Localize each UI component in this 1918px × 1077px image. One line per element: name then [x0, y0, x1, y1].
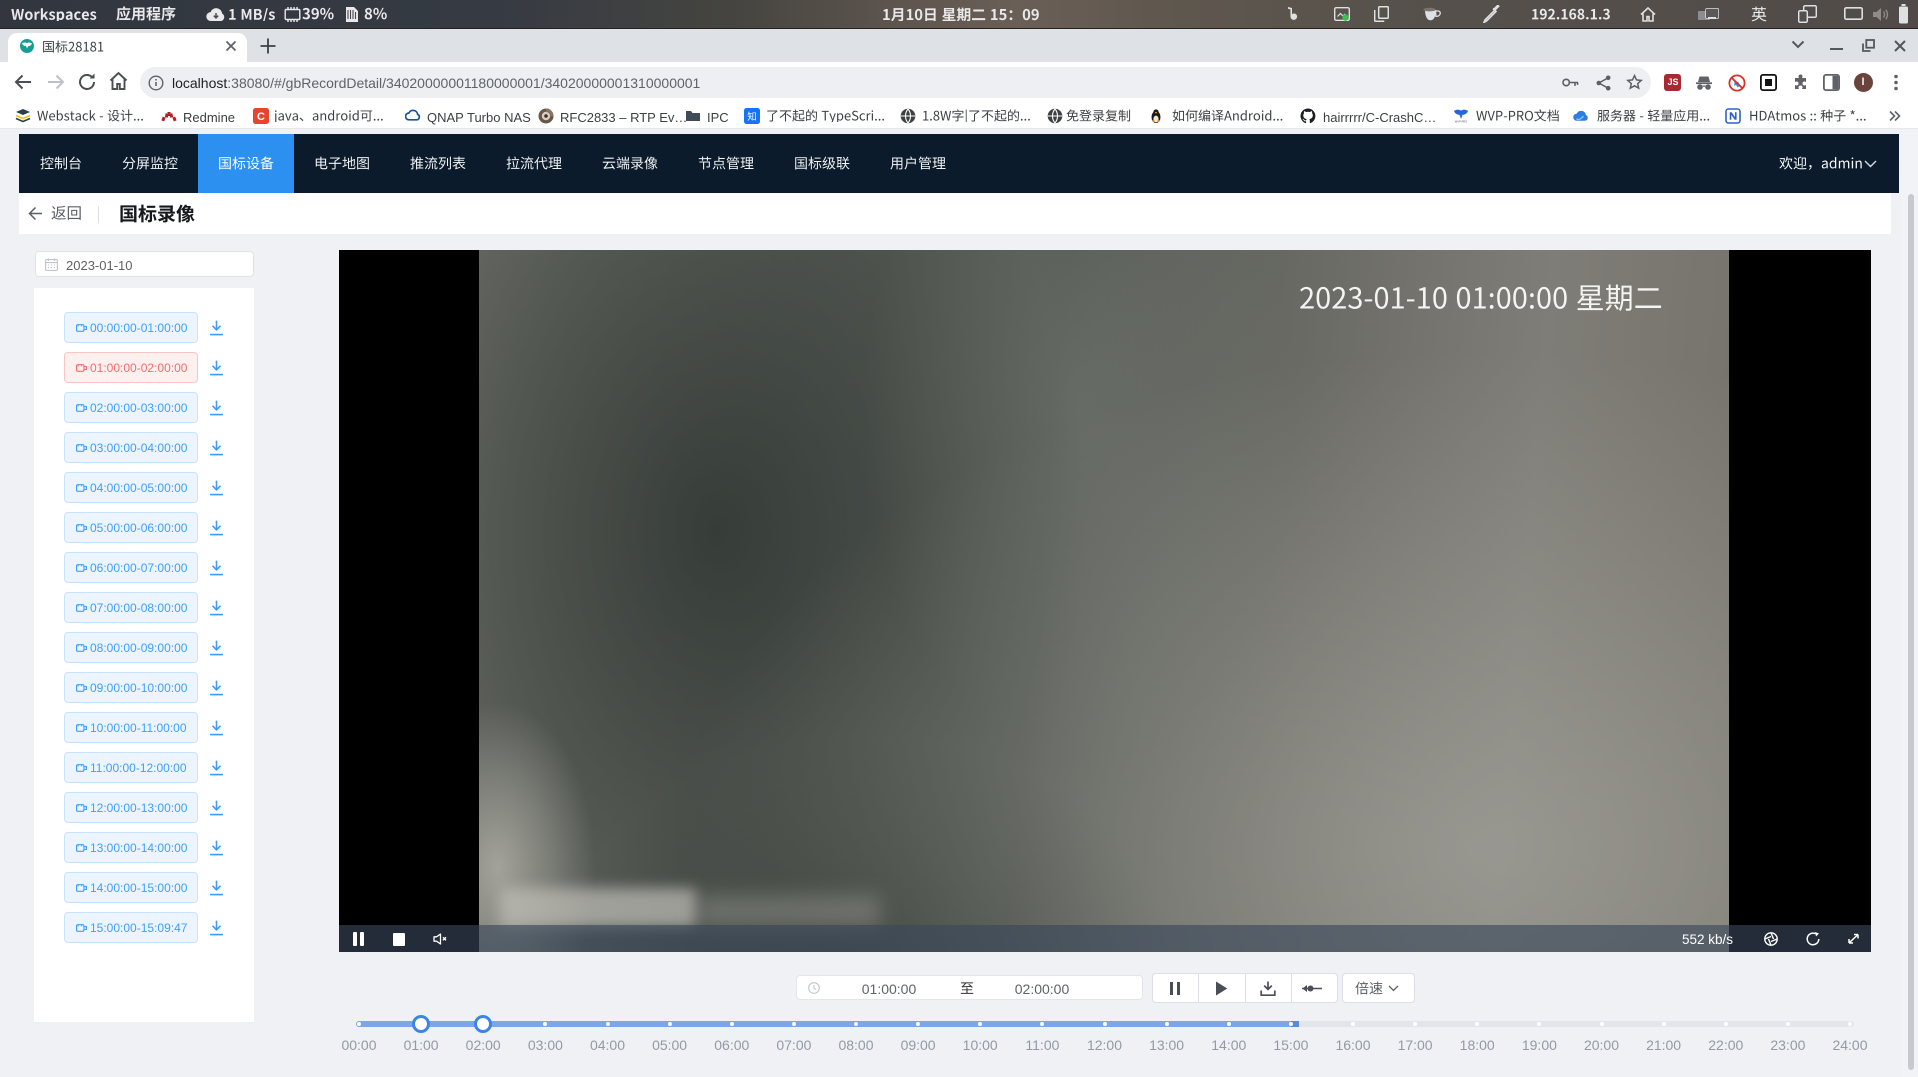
svg-text:C: C [257, 111, 265, 123]
svg-text:知: 知 [747, 111, 757, 123]
svg-text:WVP-PRO: WVP-PRO [1455, 120, 1467, 124]
